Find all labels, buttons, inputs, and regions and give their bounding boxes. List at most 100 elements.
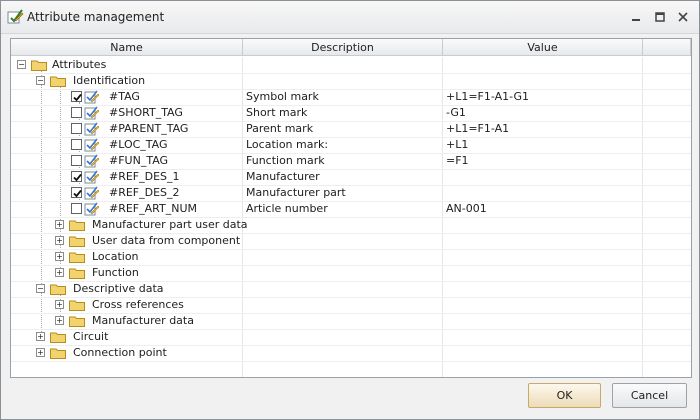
tree-row-circuit[interactable]: + Circuit <box>11 329 691 345</box>
attribute-row[interactable]: #FUN_TAG Function mark =F1 <box>11 153 691 169</box>
column-header-value[interactable]: Value <box>443 39 643 56</box>
attribute-row[interactable]: #TAG Symbol mark +L1=F1-A1-G1 <box>11 89 691 105</box>
attribute-checkbox[interactable] <box>71 123 82 134</box>
tree-label: Function <box>92 266 139 279</box>
attribute-edit-icon <box>6 8 24 26</box>
tree-label: Identification <box>73 74 146 87</box>
tree-label: Cross references <box>92 298 184 311</box>
folder-icon <box>69 267 85 279</box>
attribute-checkbox[interactable] <box>71 139 82 150</box>
cancel-button[interactable]: Cancel <box>612 383 687 408</box>
attribute-name: #REF_ART_NUM <box>109 202 197 215</box>
maximize-icon[interactable] <box>651 8 669 26</box>
expand-toggle[interactable]: + <box>55 268 64 277</box>
attribute-name: #SHORT_TAG <box>109 106 183 119</box>
attribute-row[interactable]: #SHORT_TAG Short mark -G1 <box>11 105 691 121</box>
expand-toggle[interactable]: + <box>55 300 64 309</box>
attribute-pencil-icon <box>84 89 100 105</box>
collapse-toggle[interactable]: − <box>36 284 45 293</box>
attribute-row[interactable]: #LOC_TAG Location mark: +L1 <box>11 137 691 153</box>
attribute-description: Function mark <box>246 154 325 167</box>
expand-toggle[interactable]: + <box>36 332 45 341</box>
close-icon[interactable] <box>674 8 692 26</box>
attribute-row[interactable]: #REF_DES_1 Manufacturer <box>11 169 691 185</box>
tree-row-location[interactable]: + Location <box>11 249 691 265</box>
title-bar: Attribute management <box>1 1 699 34</box>
tree-label: Descriptive data <box>73 282 164 295</box>
attribute-checkbox[interactable] <box>71 91 82 102</box>
tree-label: User data from component <box>92 234 241 247</box>
attribute-checkbox[interactable] <box>71 155 82 166</box>
attribute-management-window: Attribute management Name Description Va… <box>0 0 700 420</box>
attribute-value[interactable]: +L1=F1-A1-G1 <box>446 90 529 103</box>
tree-row-descriptive-data[interactable]: − Descriptive data <box>11 281 691 297</box>
tree-row-identification[interactable]: − Identification <box>11 73 691 89</box>
folder-icon <box>69 299 85 311</box>
tree-label: Circuit <box>73 330 109 343</box>
window-title: Attribute management <box>27 10 165 24</box>
folder-icon <box>31 59 47 71</box>
attribute-pencil-icon <box>84 185 100 201</box>
tree-row-function[interactable]: + Function <box>11 265 691 281</box>
row-separator <box>11 361 691 362</box>
attribute-pencil-icon <box>84 121 100 137</box>
collapse-toggle[interactable]: − <box>17 60 26 69</box>
attribute-name: #TAG <box>109 90 140 103</box>
expand-toggle[interactable]: + <box>55 252 64 261</box>
attribute-row[interactable]: #REF_DES_2 Manufacturer part <box>11 185 691 201</box>
attribute-name: #PARENT_TAG <box>109 122 189 135</box>
tree-row-cross-references[interactable]: + Cross references <box>11 297 691 313</box>
expand-toggle[interactable]: + <box>55 316 64 325</box>
column-header-name[interactable]: Name <box>11 39 243 56</box>
tree-label: Manufacturer data <box>92 314 194 327</box>
attribute-description: Parent mark <box>246 122 314 135</box>
attribute-value[interactable]: -G1 <box>446 106 466 119</box>
folder-icon <box>50 347 66 359</box>
attribute-checkbox[interactable] <box>71 107 82 118</box>
attribute-pencil-icon <box>84 169 100 185</box>
attribute-checkbox[interactable] <box>71 187 82 198</box>
attribute-description: Manufacturer <box>246 170 320 183</box>
attribute-checkbox[interactable] <box>71 203 82 214</box>
column-header-filler <box>643 39 691 56</box>
tree-label: Connection point <box>73 346 167 359</box>
folder-icon <box>50 283 66 295</box>
attribute-tree-grid[interactable]: Name Description Value − Attributes − Id… <box>10 38 692 378</box>
tree-row-connection-point[interactable]: + Connection point <box>11 345 691 361</box>
minimize-icon[interactable] <box>627 8 645 26</box>
tree-row-manufacturer-part-user-data[interactable]: + Manufacturer part user data <box>11 217 691 233</box>
attribute-pencil-icon <box>84 105 100 121</box>
attribute-pencil-icon <box>84 153 100 169</box>
tree-row-user-data-from-component[interactable]: + User data from component <box>11 233 691 249</box>
attribute-checkbox[interactable] <box>71 171 82 182</box>
folder-icon <box>69 251 85 263</box>
collapse-toggle[interactable]: − <box>36 76 45 85</box>
tree-row-attributes[interactable]: − Attributes <box>11 57 691 73</box>
ok-button[interactable]: OK <box>528 383 601 408</box>
attribute-value[interactable]: =F1 <box>446 154 469 167</box>
expand-toggle[interactable]: + <box>55 236 64 245</box>
expand-toggle[interactable]: + <box>55 220 64 229</box>
attribute-name: #REF_DES_2 <box>109 186 180 199</box>
folder-icon <box>69 235 85 247</box>
attribute-name: #REF_DES_1 <box>109 170 180 183</box>
attribute-value[interactable]: +L1 <box>446 138 468 151</box>
expand-toggle[interactable]: + <box>36 348 45 357</box>
attribute-value[interactable]: AN-001 <box>446 202 487 215</box>
tree-label: Manufacturer part user data <box>92 218 248 231</box>
folder-icon <box>69 315 85 327</box>
attribute-row[interactable]: #PARENT_TAG Parent mark +L1=F1-A1 <box>11 121 691 137</box>
attribute-description: Short mark <box>246 106 308 119</box>
folder-icon <box>50 75 66 87</box>
folder-icon <box>69 219 85 231</box>
attribute-description: Location mark: <box>246 138 329 151</box>
tree-label: Attributes <box>52 58 107 71</box>
attribute-description: Manufacturer part <box>246 186 346 199</box>
attribute-value[interactable]: +L1=F1-A1 <box>446 122 509 135</box>
attribute-pencil-icon <box>84 201 100 217</box>
attribute-pencil-icon <box>84 137 100 153</box>
tree-row-manufacturer-data[interactable]: + Manufacturer data <box>11 313 691 329</box>
attribute-description: Article number <box>246 202 328 215</box>
attribute-row[interactable]: #REF_ART_NUM Article number AN-001 <box>11 201 691 217</box>
column-header-description[interactable]: Description <box>243 39 443 56</box>
